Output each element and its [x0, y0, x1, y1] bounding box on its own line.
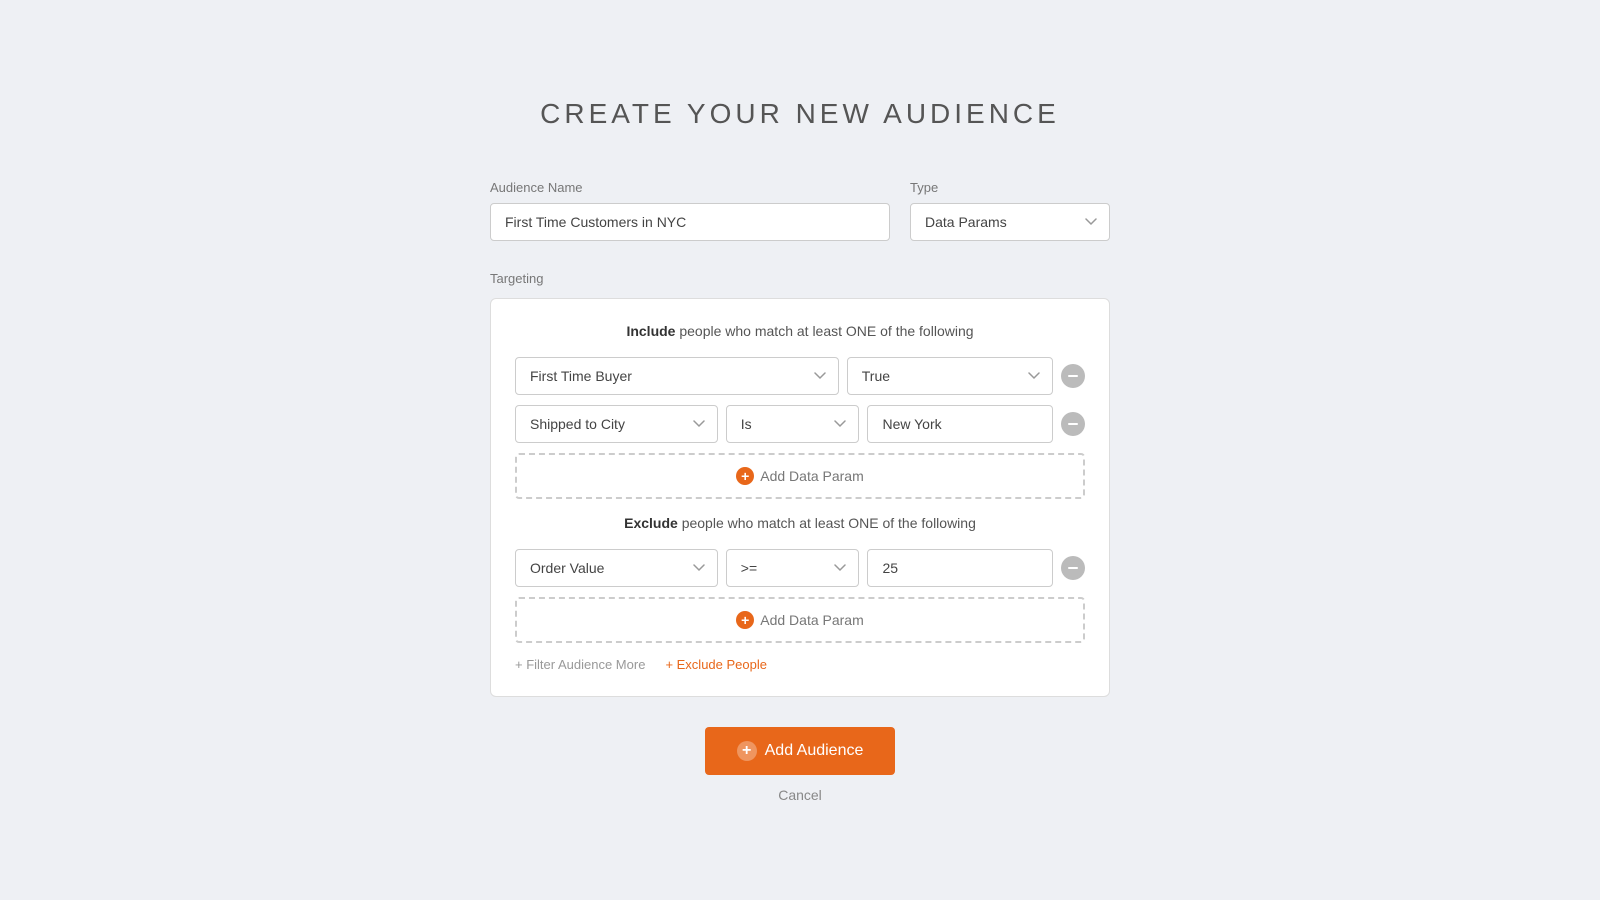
section-divider: [515, 499, 1085, 515]
page-title: CREATE YOUR NEW AUDIENCE: [540, 98, 1060, 130]
add-audience-button[interactable]: Add Audience: [705, 727, 896, 775]
exclude-header-rest: people who match at least ONE of the fol…: [678, 515, 976, 531]
include-param-2-select[interactable]: Shipped to City First Time Buyer Order V…: [515, 405, 718, 443]
add-audience-label: Add Audience: [765, 742, 864, 760]
type-group: Type Data Params Static List Dynamic: [910, 180, 1110, 241]
exclude-header: Exclude people who match at least ONE of…: [515, 515, 1085, 531]
include-row-1: First Time Buyer Shipped to City Order V…: [515, 357, 1085, 395]
exclude-remove-1-button[interactable]: [1061, 556, 1085, 580]
include-row-2: Shipped to City First Time Buyer Order V…: [515, 405, 1085, 443]
audience-name-group: Audience Name: [490, 180, 890, 241]
include-keyword: Include: [626, 323, 675, 339]
page-container: CREATE YOUR NEW AUDIENCE Audience Name T…: [0, 38, 1600, 863]
filter-links: + Filter Audience More + Exclude People: [515, 657, 1085, 672]
include-add-param-button[interactable]: Add Data Param: [515, 453, 1085, 499]
include-add-icon: [736, 467, 754, 485]
include-header: Include people who match at least ONE of…: [515, 323, 1085, 339]
exclude-add-icon: [736, 611, 754, 629]
include-operator-1-select[interactable]: True False: [847, 357, 1053, 395]
targeting-label: Targeting: [490, 271, 1110, 286]
include-remove-1-button[interactable]: [1061, 364, 1085, 388]
filter-audience-more-link[interactable]: + Filter Audience More: [515, 657, 645, 672]
include-add-param-label: Add Data Param: [760, 468, 864, 484]
include-param-1-select[interactable]: First Time Buyer Shipped to City Order V…: [515, 357, 839, 395]
cancel-link[interactable]: Cancel: [778, 787, 822, 803]
include-header-rest: people who match at least ONE of the fol…: [675, 323, 973, 339]
include-value-2-input[interactable]: [867, 405, 1053, 443]
exclude-value-1-input[interactable]: [867, 549, 1053, 587]
exclude-keyword: Exclude: [624, 515, 678, 531]
exclude-row-1: Order Value First Time Buyer Shipped to …: [515, 549, 1085, 587]
btn-area: Add Audience Cancel: [490, 727, 1110, 803]
exclude-add-param-label: Add Data Param: [760, 612, 864, 628]
exclude-people-link[interactable]: + Exclude People: [665, 657, 767, 672]
type-select[interactable]: Data Params Static List Dynamic: [910, 203, 1110, 241]
type-label: Type: [910, 180, 1110, 195]
targeting-box: Include people who match at least ONE of…: [490, 298, 1110, 697]
exclude-add-param-button[interactable]: Add Data Param: [515, 597, 1085, 643]
add-audience-icon: [737, 741, 757, 761]
form-container: Audience Name Type Data Params Static Li…: [490, 180, 1110, 803]
audience-name-input[interactable]: [490, 203, 890, 241]
exclude-operator-1-select[interactable]: >= <= = > <: [726, 549, 860, 587]
include-remove-2-button[interactable]: [1061, 412, 1085, 436]
exclude-param-1-select[interactable]: Order Value First Time Buyer Shipped to …: [515, 549, 718, 587]
audience-name-label: Audience Name: [490, 180, 890, 195]
form-top-row: Audience Name Type Data Params Static Li…: [490, 180, 1110, 241]
include-operator-2-select[interactable]: Is Is Not Contains: [726, 405, 860, 443]
